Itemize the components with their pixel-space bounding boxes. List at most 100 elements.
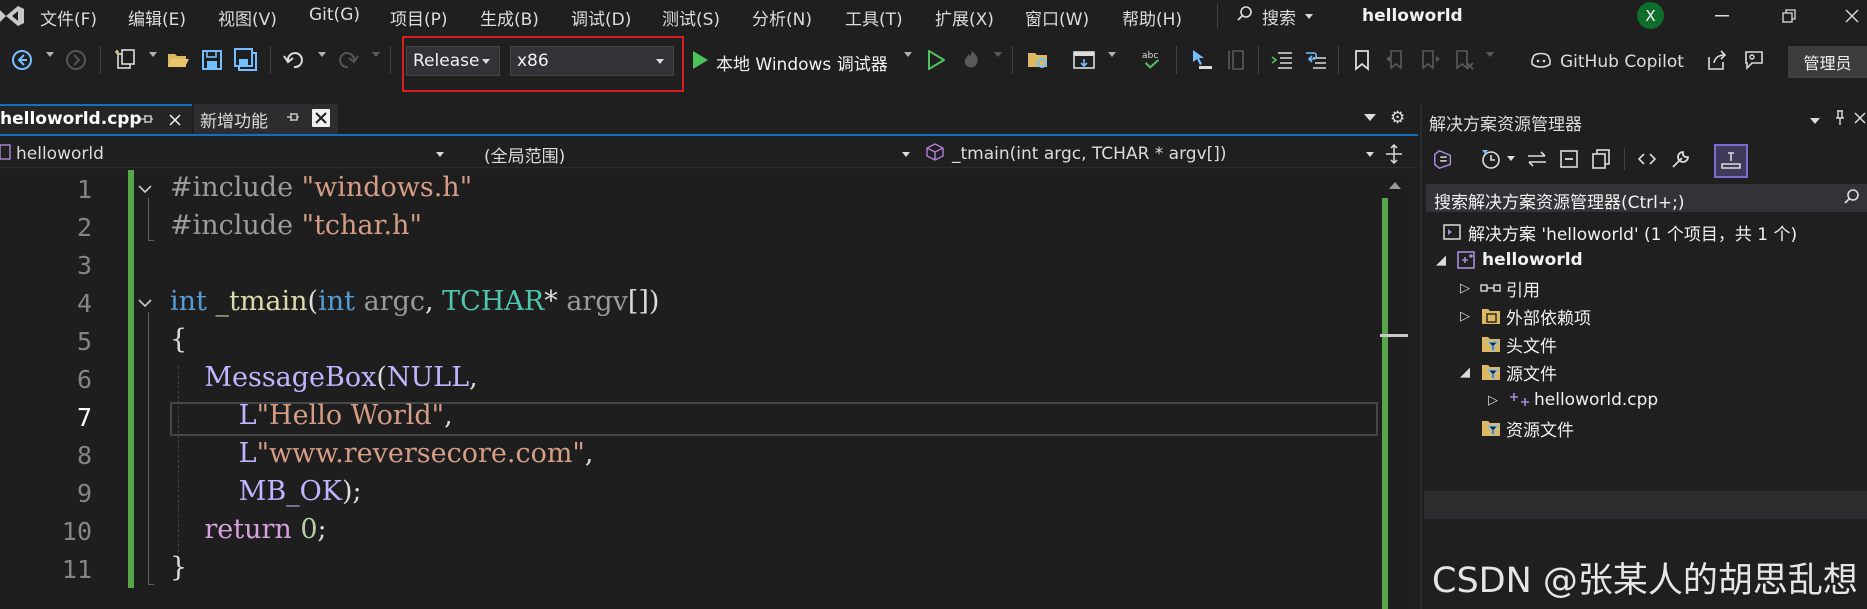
expanded-arrow-icon[interactable]: ◢ — [1436, 253, 1456, 268]
feedback-icon[interactable] — [1742, 48, 1766, 72]
comment-lines-icon[interactable] — [1270, 48, 1294, 72]
tree-item-source-files[interactable]: ◢ 源文件 — [1460, 358, 1557, 386]
pending-changes-filter-icon[interactable] — [1480, 148, 1502, 170]
tab-whats-new[interactable]: 新增功能 — [194, 104, 338, 134]
pin-tab-icon[interactable] — [140, 113, 154, 129]
solution-platform-select[interactable]: x86 — [510, 46, 674, 76]
open-folder-icon[interactable] — [166, 48, 190, 72]
search-icon[interactable] — [1843, 188, 1861, 210]
switch-views-icon[interactable] — [1432, 148, 1454, 170]
tree-item-references[interactable]: ▷ 引用 — [1460, 274, 1540, 302]
tree-item-label: helloworld.cpp — [1534, 390, 1659, 410]
chevron-down-icon[interactable] — [372, 52, 380, 57]
github-copilot-button[interactable]: GitHub Copilot — [1530, 49, 1684, 74]
start-debugging-icon[interactable] — [688, 48, 712, 72]
account-avatar[interactable]: X — [1637, 2, 1664, 29]
code-editor[interactable]: 1 2 3 4 5 6 7 8 9 10 11 #include "window… — [0, 170, 1380, 609]
pin-icon[interactable] — [1834, 110, 1846, 130]
solution-configuration-select[interactable]: Release — [406, 46, 500, 76]
sync-with-document-icon[interactable] — [1526, 148, 1548, 170]
close-icon[interactable] — [1842, 6, 1862, 26]
chevron-down-icon[interactable] — [1506, 148, 1516, 170]
pin-tab-icon[interactable] — [286, 111, 300, 127]
menu-file[interactable]: 文件(F) — [40, 5, 97, 30]
comment-cursor-icon[interactable] — [1190, 48, 1214, 72]
chevron-down-icon[interactable] — [46, 52, 54, 57]
bookmark-icon[interactable] — [1350, 48, 1374, 72]
save-all-icon[interactable] — [234, 48, 258, 72]
menu-window[interactable]: 窗口(W) — [1025, 5, 1089, 30]
previous-bookmark-icon[interactable] — [1384, 48, 1408, 72]
chevron-down-icon[interactable] — [318, 52, 326, 57]
redo-icon[interactable] — [336, 48, 360, 72]
menu-test[interactable]: 测试(S) — [662, 5, 720, 30]
menu-debug[interactable]: 调试(D) — [571, 5, 631, 30]
hot-reload-icon[interactable] — [960, 48, 984, 72]
browse-folder-icon[interactable] — [1026, 48, 1050, 72]
solution-explorer-search[interactable]: 搜索解决方案资源管理器(Ctrl+;) — [1426, 184, 1867, 213]
editor-vertical-scrollbar[interactable] — [1380, 170, 1410, 609]
expanded-arrow-icon[interactable]: ◢ — [1460, 365, 1480, 380]
collapsed-arrow-icon[interactable]: ▷ — [1488, 393, 1508, 408]
tab-overflow-chevron-icon[interactable] — [1364, 114, 1376, 121]
fold-chevron-icon[interactable] — [138, 182, 152, 198]
save-icon[interactable] — [200, 48, 224, 72]
start-debugger-button[interactable]: 本地 Windows 调试器 — [716, 50, 888, 75]
new-project-icon[interactable] — [114, 48, 138, 72]
menu-git[interactable]: Git(G) — [309, 5, 360, 25]
menu-build[interactable]: 生成(B) — [480, 5, 539, 30]
close-icon[interactable] — [1854, 110, 1866, 128]
collapsed-arrow-icon[interactable]: ▷ — [1460, 281, 1480, 296]
chevron-down-icon[interactable] — [994, 52, 1002, 57]
collapsed-arrow-icon[interactable]: ▷ — [1460, 309, 1480, 324]
project-dropdown[interactable]: helloworld — [0, 140, 450, 168]
toggle-outline-icon[interactable] — [1224, 48, 1248, 72]
restore-icon[interactable] — [1779, 6, 1799, 26]
tab-helloworld-cpp[interactable]: helloworld.cpp — [0, 104, 192, 134]
tree-item-resource-files[interactable]: 资源文件 — [1480, 414, 1574, 442]
tree-item-solution[interactable]: 解决方案 'helloworld' (1 个项目，共 1 个) — [1442, 218, 1797, 246]
menu-help[interactable]: 帮助(H) — [1122, 5, 1182, 30]
menu-extensions[interactable]: 扩展(X) — [935, 5, 994, 30]
chevron-down-icon[interactable] — [1108, 52, 1116, 57]
fold-chevron-icon[interactable] — [138, 296, 152, 312]
split-window-icon[interactable] — [1384, 143, 1406, 166]
spell-check-icon[interactable]: abc — [1140, 48, 1164, 72]
collapse-all-icon[interactable] — [1558, 148, 1580, 170]
menu-analyze[interactable]: 分析(N) — [752, 5, 812, 30]
tree-item-external-dependencies[interactable]: ▷ 外部依赖项 — [1460, 302, 1591, 330]
menu-edit[interactable]: 编辑(E) — [128, 5, 186, 30]
build-window-icon[interactable] — [1072, 48, 1096, 72]
share-icon[interactable] — [1705, 48, 1729, 72]
chevron-down-icon[interactable] — [1810, 118, 1820, 124]
chevron-down-icon[interactable] — [1486, 52, 1494, 57]
menu-project[interactable]: 项目(P) — [390, 5, 448, 30]
menu-tools[interactable]: 工具(T) — [845, 5, 903, 30]
properties-wrench-icon[interactable] — [1670, 148, 1692, 170]
minimize-icon[interactable] — [1712, 6, 1732, 26]
start-without-debugging-icon[interactable] — [924, 48, 948, 72]
preview-selected-items-icon[interactable] — [1714, 144, 1748, 178]
scroll-up-icon[interactable] — [1389, 182, 1401, 189]
menu-view[interactable]: 视图(V) — [218, 5, 277, 30]
tree-item-header-files[interactable]: 头文件 — [1480, 330, 1557, 358]
close-tab-icon[interactable] — [166, 111, 184, 129]
gear-icon[interactable]: ⚙ — [1390, 108, 1405, 128]
undo-icon[interactable] — [282, 48, 306, 72]
member-dropdown[interactable]: _tmain(int argc, TCHAR * argv[]) — [926, 140, 1376, 168]
navigate-forward-icon[interactable] — [64, 48, 88, 72]
preprocessor-directive: #include — [170, 210, 294, 241]
next-bookmark-icon[interactable] — [1418, 48, 1442, 72]
scope-dropdown[interactable]: (全局范围) — [484, 140, 912, 168]
chevron-down-icon[interactable] — [904, 52, 912, 57]
close-tab-icon[interactable] — [312, 109, 330, 127]
chevron-down-icon[interactable] — [149, 52, 157, 57]
view-code-icon[interactable] — [1636, 148, 1658, 170]
global-search[interactable]: 搜索 — [1236, 4, 1313, 29]
tree-item-helloworld-cpp[interactable]: ▷ helloworld.cpp — [1488, 386, 1658, 414]
uncomment-lines-icon[interactable] — [1304, 48, 1328, 72]
clear-bookmarks-icon[interactable] — [1452, 48, 1476, 72]
show-all-files-icon[interactable] — [1590, 148, 1612, 170]
tree-item-project[interactable]: ◢ helloworld — [1436, 246, 1583, 274]
navigate-back-icon[interactable] — [10, 48, 34, 72]
